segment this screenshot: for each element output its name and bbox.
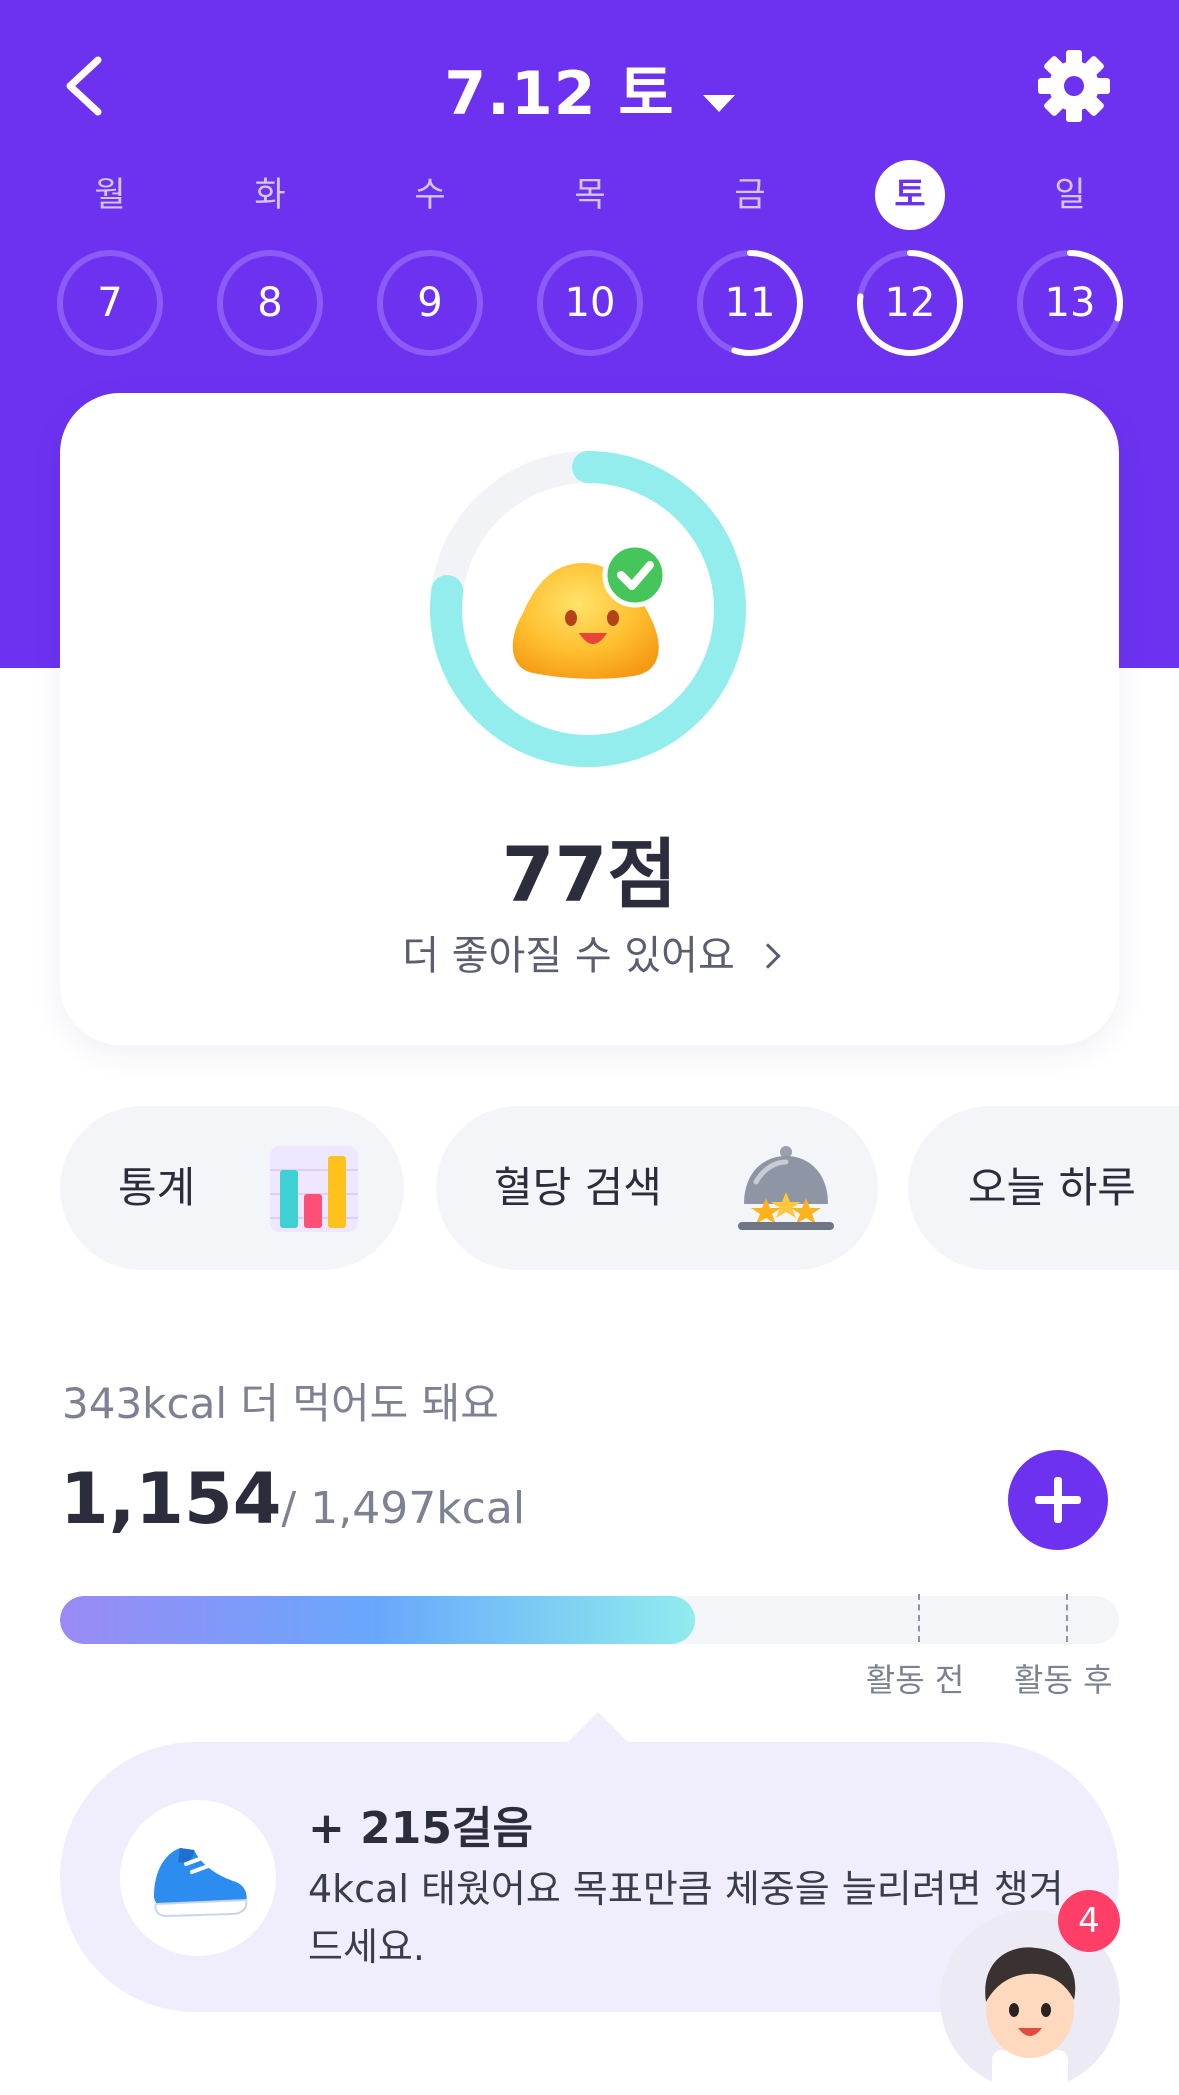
after-activity-marker <box>1066 1594 1069 1642</box>
score-card[interactable]: 77점 더 좋아질 수 있어요 <box>60 393 1119 1045</box>
day-sat[interactable]: 토 12 <box>855 160 965 358</box>
day-name: 수 <box>414 175 446 215</box>
score-message: 더 좋아질 수 있어요 <box>402 933 735 979</box>
calories-target: / 1,497kcal <box>281 1483 526 1534</box>
date-selector[interactable]: 7.12 토 <box>0 45 1179 132</box>
add-meal-button[interactable] <box>1008 1450 1108 1550</box>
today-chip[interactable]: 오늘 하루 <box>908 1106 1179 1270</box>
chip-label: 오늘 하루 <box>968 1163 1136 1212</box>
calories-summary: 1,154/ 1,497kcal <box>60 1458 526 1540</box>
day-number: 7 <box>97 280 123 326</box>
day-name: 일 <box>1054 175 1086 215</box>
day-number: 12 <box>884 280 936 326</box>
day-number: 8 <box>257 280 283 326</box>
steps-title: + 215걸음 <box>308 1803 533 1854</box>
settings-button[interactable] <box>1036 48 1116 128</box>
day-ring[interactable]: 11 <box>695 248 805 358</box>
day-name: 월 <box>94 175 126 215</box>
day-number: 9 <box>417 280 443 326</box>
day-name: 목 <box>574 175 606 215</box>
shoe-badge <box>120 1800 276 1956</box>
calorie-progress-fill <box>60 1596 696 1644</box>
chip-label: 통계 <box>118 1163 196 1212</box>
stats-chip[interactable]: 통계 <box>60 1106 404 1270</box>
day-number: 13 <box>1044 280 1096 326</box>
day-ring[interactable]: 8 <box>215 248 325 358</box>
day-sun[interactable]: 일 13 <box>1015 160 1125 358</box>
after-activity-label: 활동 후 <box>1014 1661 1113 1699</box>
gear-icon <box>1038 50 1110 122</box>
day-ring[interactable]: 12 <box>855 248 965 358</box>
chip-label: 혈당 검색 <box>494 1163 662 1212</box>
date-title[interactable]: 7.12 토 <box>444 45 674 132</box>
notification-badge: 4 <box>1058 1890 1120 1952</box>
steps-card-pointer <box>568 1712 628 1742</box>
calories-consumed: 1,154 <box>60 1458 282 1540</box>
top-bar: 7.12 토 <box>0 0 1179 170</box>
day-fri[interactable]: 금 11 <box>695 160 805 358</box>
bar-chart-icon <box>270 1146 358 1232</box>
food-cloche-icon <box>738 1146 834 1230</box>
before-activity-marker <box>917 1594 920 1642</box>
day-name: 화 <box>254 175 286 215</box>
day-name: 금 <box>734 175 766 215</box>
caret-down-icon[interactable] <box>702 95 735 112</box>
day-number: 11 <box>724 280 776 326</box>
day-ring[interactable]: 7 <box>55 248 165 358</box>
day-ring[interactable]: 13 <box>1015 248 1125 358</box>
day-thu[interactable]: 목 10 <box>535 160 645 358</box>
chevron-right-icon <box>755 943 781 969</box>
score-message-link[interactable]: 더 좋아질 수 있어요 <box>60 923 1119 981</box>
day-ring[interactable]: 9 <box>375 248 485 358</box>
day-number: 10 <box>564 280 616 326</box>
assistant-button[interactable]: 4 <box>940 1890 1120 2095</box>
day-ring[interactable]: 10 <box>535 248 645 358</box>
score-value: 77점 <box>501 830 678 919</box>
glucose-search-chip[interactable]: 혈당 검색 <box>436 1106 878 1270</box>
day-wed[interactable]: 수9 <box>375 160 485 358</box>
day-tue[interactable]: 화8 <box>215 160 325 358</box>
day-mon[interactable]: 월7 <box>55 160 165 358</box>
sneaker-icon <box>154 1848 248 1918</box>
day-name: 토 <box>875 160 945 230</box>
before-activity-label: 활동 전 <box>865 1661 965 1699</box>
calorie-progress-bar <box>60 1596 1119 1644</box>
smiling-blob-check-icon <box>512 542 668 679</box>
calories-remaining: 343kcal 더 먹어도 돼요 <box>62 1379 499 1428</box>
